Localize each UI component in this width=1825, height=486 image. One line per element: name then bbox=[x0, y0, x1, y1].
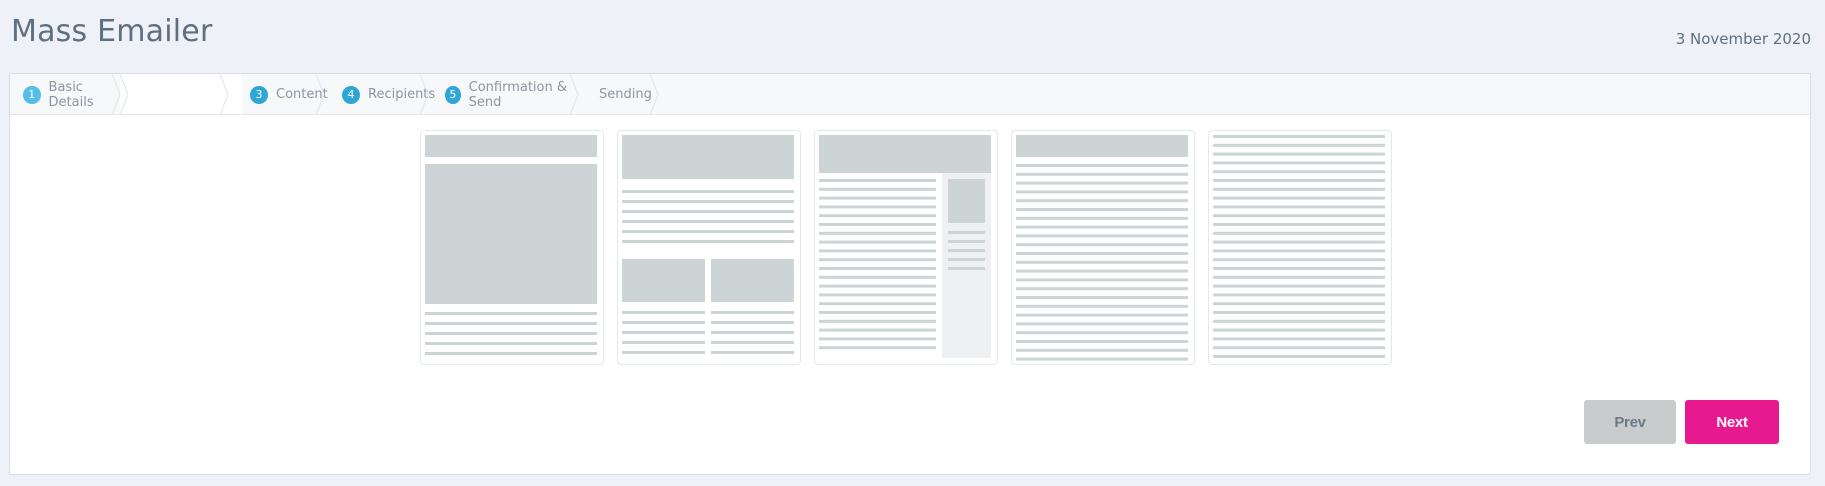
template-plain-text-preview bbox=[1213, 135, 1385, 358]
template-hero-image[interactable] bbox=[420, 130, 604, 365]
template-sidebar-right[interactable] bbox=[814, 130, 998, 365]
step-chevrons bbox=[111, 74, 659, 114]
template-header-two-column-preview bbox=[622, 135, 794, 354]
page-date: 3 November 2020 bbox=[1675, 30, 1811, 48]
template-hero-image-preview bbox=[425, 135, 597, 355]
template-header-text[interactable] bbox=[1011, 130, 1195, 365]
prev-button[interactable]: Prev bbox=[1584, 400, 1676, 444]
page-title: Mass Emailer bbox=[11, 14, 213, 49]
wizard-steps: 1 Basic Details 2 Email design 3 Content… bbox=[10, 74, 1810, 115]
next-button[interactable]: Next bbox=[1685, 400, 1779, 444]
template-sidebar-right-preview bbox=[819, 135, 991, 358]
template-plain-text[interactable] bbox=[1208, 130, 1392, 365]
template-header-two-column[interactable] bbox=[617, 130, 801, 365]
template-header-text-preview bbox=[1016, 135, 1188, 361]
